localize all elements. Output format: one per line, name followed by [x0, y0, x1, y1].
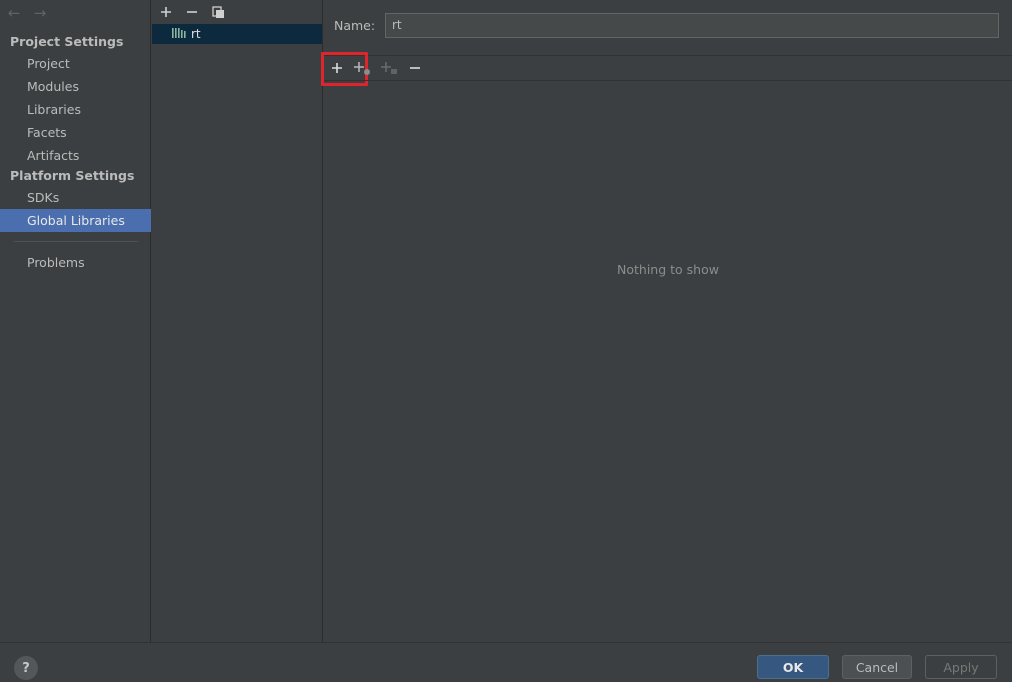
- cancel-button[interactable]: Cancel: [842, 655, 912, 679]
- sidebar-item-libraries[interactable]: Libraries: [0, 98, 151, 121]
- empty-state-text: Nothing to show: [617, 262, 719, 277]
- sidebar-item-facets[interactable]: Facets: [0, 121, 151, 144]
- project-settings-header: Project Settings: [10, 34, 124, 49]
- add-classes-icon[interactable]: [352, 58, 372, 78]
- name-label: Name:: [334, 17, 376, 33]
- platform-settings-header: Platform Settings: [10, 168, 135, 183]
- library-details: Name: Nothing to show: [321, 0, 1012, 642]
- roots-toolbar: [321, 52, 1012, 86]
- remove-icon[interactable]: [182, 2, 202, 22]
- sidebar-item-global-libraries[interactable]: Global Libraries: [0, 209, 151, 232]
- library-list-pane: rt: [152, 0, 323, 642]
- copy-icon[interactable]: [208, 2, 228, 22]
- name-field[interactable]: [385, 12, 999, 38]
- apply-button[interactable]: Apply: [925, 655, 997, 679]
- remove-icon[interactable]: [405, 58, 425, 78]
- sidebar-divider: [14, 241, 138, 242]
- sidebar-item-modules[interactable]: Modules: [0, 75, 151, 98]
- add-sources-icon[interactable]: [379, 58, 399, 78]
- ok-button[interactable]: OK: [757, 655, 829, 679]
- library-list-toolbar: [156, 2, 228, 22]
- add-root-button[interactable]: [321, 52, 368, 86]
- library-icon: [172, 27, 186, 42]
- sidebar-item-problems[interactable]: Problems: [0, 251, 151, 274]
- nav-arrows: ← →: [6, 3, 48, 23]
- forward-arrow-icon[interactable]: →: [32, 3, 48, 23]
- help-icon[interactable]: ?: [14, 656, 38, 680]
- settings-sidebar: ← → Project Settings Project Modules Lib…: [0, 0, 151, 642]
- add-icon[interactable]: [156, 2, 176, 22]
- back-arrow-icon[interactable]: ←: [6, 3, 22, 23]
- sidebar-item-project[interactable]: Project: [0, 52, 151, 75]
- sidebar-item-sdks[interactable]: SDKs: [0, 186, 151, 209]
- library-name: rt: [191, 27, 201, 41]
- list-item[interactable]: rt: [152, 24, 322, 44]
- name-row: Name:: [334, 12, 999, 38]
- dialog-footer: ? OK Cancel Apply: [0, 642, 1012, 682]
- sidebar-item-artifacts[interactable]: Artifacts: [0, 144, 151, 167]
- roots-divider: [324, 80, 1012, 81]
